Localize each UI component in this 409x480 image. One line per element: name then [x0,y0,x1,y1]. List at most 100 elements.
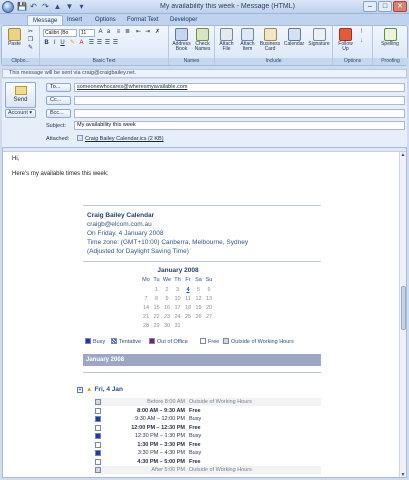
calendar-day[interactable]: 27 [204,314,214,320]
status-swatch [95,467,101,473]
up-icon[interactable]: ▲ [53,2,62,11]
bold-icon[interactable]: B [43,40,50,47]
tab-developer[interactable]: Developer [165,15,202,25]
office-button[interactable] [2,1,14,13]
font-color-icon[interactable]: A [78,40,85,47]
calendar-day[interactable]: 23 [162,314,172,320]
to-field[interactable]: someonewhocares@wheresmyavailable.com [74,83,405,92]
attach-item-button[interactable]: Attach Item [238,28,257,52]
follow-up-button[interactable]: Follow Up [336,28,355,52]
increase-indent-icon[interactable]: ⇥ [144,29,151,36]
calendar-day[interactable]: 29 [152,323,162,329]
calendar-day[interactable]: 7 [141,296,151,302]
business-card-button[interactable]: Business Card [259,28,281,52]
day-header[interactable]: + ▲ Fri, 4 Jan [77,386,123,393]
attachment-link[interactable]: Craig Bailey Calendar.ics (2 KB) [85,136,164,142]
undo-icon[interactable]: ↶ [29,2,38,11]
calendar-day[interactable]: 3 [173,287,183,293]
shrink-font-icon[interactable]: a [105,29,112,36]
calendar-day[interactable]: 2 [162,287,172,293]
highlight-icon[interactable]: ✎ [69,40,76,47]
bcc-field[interactable] [74,109,405,118]
calendar-day[interactable]: 21 [141,314,151,320]
format-painter-icon[interactable]: ✎ [27,45,34,52]
justify-icon[interactable]: ☰ [112,40,119,47]
calendar-button[interactable]: Calendar [283,28,305,47]
calendar-day[interactable]: 19 [194,305,204,311]
calendar-day[interactable]: 11 [183,296,193,302]
calendar-day[interactable]: 15 [152,305,162,311]
account-button[interactable]: Account ▾ [5,109,36,118]
decrease-indent-icon[interactable]: ⇤ [135,29,142,36]
italic-icon[interactable]: I [51,40,58,47]
scroll-up-icon[interactable]: ▲ [400,152,406,158]
expand-icon[interactable]: + [77,387,83,393]
attach-file-button[interactable]: Attach File [217,28,236,52]
copy-icon[interactable]: ❐ [27,37,34,44]
tab-options[interactable]: Options [90,15,121,25]
calendar-day[interactable]: 10 [173,296,183,302]
minimize-icon[interactable]: – [363,1,377,12]
calendar-day[interactable]: 28 [141,323,151,329]
message-body[interactable]: ▲ ▼ Hi, Here's my available times this w… [2,147,407,478]
customize-icon[interactable]: ▾ [77,2,86,11]
align-right-icon[interactable]: ☰ [104,40,111,47]
align-left-icon[interactable]: ☰ [88,40,95,47]
grow-font-icon[interactable]: A [97,29,104,36]
clear-formatting-icon[interactable]: ✗ [154,29,161,36]
calendar-day[interactable]: 12 [194,296,204,302]
underline-icon[interactable]: U [59,40,66,47]
font-size-combo[interactable]: 11 [79,29,95,37]
calendar-day[interactable]: 9 [162,296,172,302]
signature-button[interactable]: Signature [307,28,331,47]
font-name-combo[interactable]: Calibri (Bo [43,29,77,37]
calendar-day[interactable]: 31 [173,323,183,329]
save-icon[interactable]: 💾 [17,2,27,11]
tab-message[interactable]: Message [27,15,64,25]
close-icon[interactable]: ✕ [393,1,407,12]
calendar-day-selected[interactable]: 4 [183,287,193,293]
spelling-button[interactable]: Spelling [378,28,402,47]
card-mid-divider [83,261,321,262]
calendar-day[interactable]: 22 [152,314,162,320]
bullets-icon[interactable]: ≡ [115,29,122,36]
cut-icon[interactable]: ✂ [27,29,34,36]
address-book-button[interactable]: Address Book [172,28,191,52]
redo-icon[interactable]: ↷ [41,2,50,11]
to-recipient[interactable]: someonewhocares@wheresmyavailable.com [77,84,187,90]
calendar-day[interactable]: 16 [162,305,172,311]
vertical-scrollbar[interactable]: ▲ ▼ [399,152,406,477]
down-icon[interactable]: ▼ [65,2,74,11]
cc-button[interactable]: Cc... [46,96,71,105]
calendar-day[interactable]: 24 [173,314,183,320]
calendar-day[interactable]: 17 [173,305,183,311]
calendar-day[interactable]: 26 [194,314,204,320]
low-importance-icon[interactable]: ↓ [358,38,365,45]
subject-field[interactable]: My availability this week [74,121,405,130]
align-center-icon[interactable]: ☰ [96,40,103,47]
maximize-icon[interactable]: □ [378,1,392,12]
calendar-day[interactable]: 6 [204,287,214,293]
calendar-day[interactable]: 20 [204,305,214,311]
send-button[interactable]: Send [5,82,36,108]
numbering-icon[interactable]: ≣ [124,29,131,36]
paste-button[interactable]: Paste [5,28,24,47]
collapse-triangle-icon[interactable]: ▲ [86,386,92,393]
calendar-day[interactable]: 13 [204,296,214,302]
tab-format-text[interactable]: Format Text [122,15,164,25]
check-names-button[interactable]: Check Names [193,28,212,52]
scroll-down-icon[interactable]: ▼ [400,472,406,477]
scroll-thumb[interactable] [401,286,406,330]
calendar-day[interactable]: 1 [152,287,162,293]
high-importance-icon[interactable]: ! [358,29,365,36]
calendar-day[interactable]: 18 [183,305,193,311]
calendar-day[interactable]: 25 [183,314,193,320]
cc-field[interactable] [74,96,405,105]
calendar-day[interactable]: 30 [162,323,172,329]
bcc-button[interactable]: Bcc... [46,109,71,118]
tab-insert[interactable]: Insert [62,15,87,25]
calendar-day[interactable]: 5 [194,287,204,293]
calendar-day[interactable]: 14 [141,305,151,311]
calendar-day[interactable]: 8 [152,296,162,302]
to-button[interactable]: To... [46,83,71,92]
